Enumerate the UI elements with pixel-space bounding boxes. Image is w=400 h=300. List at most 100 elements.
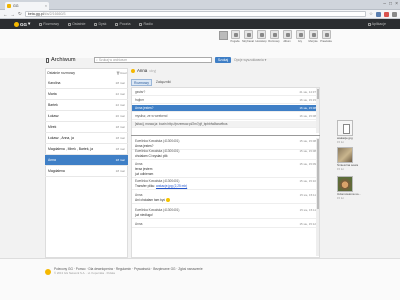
contact-name: Anna xyxy=(137,68,148,73)
message-item[interactable]: Anna 15 sie, 15:09 teraz jestem już odbiera… xyxy=(132,161,319,178)
tab-zalaczniki[interactable]: Załączniki xyxy=(154,79,173,86)
message-author: gsstsr? xyxy=(135,90,146,94)
message-item[interactable]: Anna 15 sie, 15:12 xyxy=(132,221,319,228)
topnav-label: Radio xyxy=(143,22,153,26)
file-link[interactable]: wakacje.jpg (2,25 mb) xyxy=(156,184,187,188)
app-horoskop[interactable]: Horoskop xyxy=(255,30,267,43)
page-footer xyxy=(0,258,400,300)
conversation-name: Magdalena , Mirek , Bartek, ja xyxy=(48,147,94,151)
conversation-date: 22 mar xyxy=(115,103,125,107)
topnav-label: Rozmowy xyxy=(43,22,60,26)
message-author: [sitao], mowa ja: bozin http://przemow.p… xyxy=(135,122,228,126)
browser-tab[interactable]: GG × xyxy=(5,2,49,10)
app-muzyka[interactable]: Muzyka xyxy=(307,30,319,43)
conversation-item[interactable]: Mirek 18 mar xyxy=(45,122,128,133)
message-item[interactable]: Ewelinka Kowalska (41300401) 15 sie, 15:1… xyxy=(132,178,319,190)
conversation-name: Marta xyxy=(48,92,57,96)
avatar[interactable] xyxy=(219,31,228,40)
app-rozmowy[interactable]: Rozmowy xyxy=(268,30,280,43)
topnav-ostatnie[interactable]: Ostatnie xyxy=(68,22,85,26)
gg-logo[interactable]: GG ▾ xyxy=(14,21,30,27)
app-moj-kanal[interactable]: Mój Kanał xyxy=(242,30,254,43)
extension-icon[interactable] xyxy=(376,11,381,17)
reload-icon[interactable]: ↻ xyxy=(18,11,22,17)
search-options-link[interactable]: Opcje wyszukiwania ▾ xyxy=(234,57,266,63)
conversation-name: Anna xyxy=(48,158,56,162)
topnav-dysk[interactable]: Dysk xyxy=(94,22,106,26)
tab-close-icon[interactable]: × xyxy=(45,4,47,8)
app-label: Pogoda xyxy=(230,40,240,43)
conversation-name: Łukasz xyxy=(48,114,59,118)
conversation-item[interactable]: Bartek 22 mar xyxy=(45,100,128,111)
conversation-list-header: Ostatnie rozmowy 🗑Usuń xyxy=(47,71,127,75)
app-label: Horoskop xyxy=(255,40,267,43)
conversation-date: 18 mar xyxy=(115,169,125,173)
message-time: 15 sie, 15:09 xyxy=(299,162,316,166)
message-item-selected[interactable]: Anna jestes? 16 sie, 15:08 xyxy=(132,105,319,112)
app-label: Prasówka xyxy=(320,40,332,43)
scrollbar-thumb[interactable] xyxy=(316,89,319,99)
minimize-icon[interactable]: – xyxy=(383,1,386,7)
topnav-label: Dysk xyxy=(98,22,107,26)
attachment-item[interactable]: Śmieszna sowa 15 lut xyxy=(337,147,369,171)
attachment-item[interactable]: Udomowiona so... 15 lut xyxy=(337,176,369,200)
message-author: Anna xyxy=(135,222,143,226)
conversation-item[interactable]: Łukasz 20 mar xyxy=(45,111,128,122)
conversation-item[interactable]: Karolina 28 mar xyxy=(45,78,128,89)
forward-icon[interactable]: → xyxy=(11,12,16,17)
apps-button[interactable]: Aplikacje xyxy=(367,22,386,26)
app-gry[interactable]: Gry xyxy=(294,30,306,43)
message-item[interactable]: Anna 15 sie, 15:11 Ani chciałam tam być xyxy=(132,192,319,205)
maximize-icon[interactable]: □ xyxy=(389,1,392,7)
app-label: Gry xyxy=(297,40,303,43)
message-item[interactable]: Ewelinka Kowalska (41300401) 15 sie, 15:0… xyxy=(132,148,319,160)
message-time: 21 sie, 14:37 xyxy=(299,90,316,94)
topnav-rozmowy[interactable]: Rozmowy xyxy=(39,22,59,26)
message-time: 15 sie, 15:08 xyxy=(299,149,316,153)
app-pogoda[interactable]: Pogoda xyxy=(229,30,241,43)
conversation-item-selected[interactable]: Anna 18 mar xyxy=(45,155,128,166)
extension-icon[interactable] xyxy=(384,11,389,17)
app-prasowka[interactable]: Prasówka xyxy=(320,30,332,43)
message-author: Anna xyxy=(135,162,143,166)
owl-thumbnail xyxy=(337,176,353,192)
message-item[interactable]: [sitao], mowa ja: bozin http://przemow.p… xyxy=(132,121,319,128)
message-time: 16 sie, 15:08 xyxy=(299,114,316,118)
scrollbar-thumb[interactable] xyxy=(316,139,319,209)
app-label: Mój Kanał xyxy=(242,40,254,43)
attachment-date: 15 lut xyxy=(337,167,344,171)
message-item[interactable]: Ewelinka Kowalska (41300401) 15 sie, 15:1… xyxy=(132,207,319,219)
address-bar[interactable]: beta.gg.pl /#a/2/16660/3 xyxy=(24,11,366,17)
conversation-item[interactable]: Magdalena , Mirek , Bartek, ja 18 mar xyxy=(45,144,128,155)
bookmark-star-icon[interactable]: ☆ xyxy=(369,11,373,17)
transfer-label: Transfer pliku: xyxy=(135,184,156,188)
menu-icon[interactable] xyxy=(392,11,397,17)
message-item[interactable]: gsstsr? 21 sie, 14:37 xyxy=(132,89,319,96)
close-window-icon[interactable]: × xyxy=(395,1,398,7)
search-input[interactable]: ⌕ Szukaj w archiwum xyxy=(94,57,212,63)
news-icon xyxy=(321,30,331,39)
search-button[interactable]: Szukaj xyxy=(215,57,231,63)
back-icon[interactable]: ← xyxy=(3,12,8,17)
topnav-radio[interactable]: Radio xyxy=(139,22,153,26)
smiley-icon xyxy=(166,198,171,203)
delete-button[interactable]: 🗑Usuń xyxy=(116,71,127,75)
message-item[interactable]: myslisz, ze w weekend 16 sie, 15:08 xyxy=(132,113,319,120)
attachment-item[interactable]: wakacje.jpg 15 lut xyxy=(337,120,369,144)
gg-topbar: GG ▾ Rozmowy Ostatnie Dysk Poczta Radio … xyxy=(0,19,400,29)
hide-link[interactable]: ukryj xyxy=(149,69,156,73)
tab-rozmowy[interactable]: Rozmowy xyxy=(131,79,152,86)
conversation-name: Magdalena xyxy=(48,169,65,173)
disk-icon xyxy=(94,22,98,26)
message-author: Ewelinka Kowalska (41300401) xyxy=(135,179,180,183)
app-label: Muzyka xyxy=(308,40,318,43)
topnav-label: Poczta xyxy=(119,22,131,26)
app-album[interactable]: Album xyxy=(281,30,293,43)
conversation-date: 18 mar xyxy=(115,158,125,162)
message-item[interactable]: frajber 16 sie, 15:15 xyxy=(132,97,319,104)
conversation-item[interactable]: Magdalena 18 mar xyxy=(45,166,128,177)
conversation-item[interactable]: Łukasz , Anna, ja 18 mar xyxy=(45,133,128,144)
conversation-item[interactable]: Marta 22 mar xyxy=(45,89,128,100)
topnav-poczta[interactable]: Poczta xyxy=(115,22,130,26)
resize-divider[interactable] xyxy=(131,135,320,137)
